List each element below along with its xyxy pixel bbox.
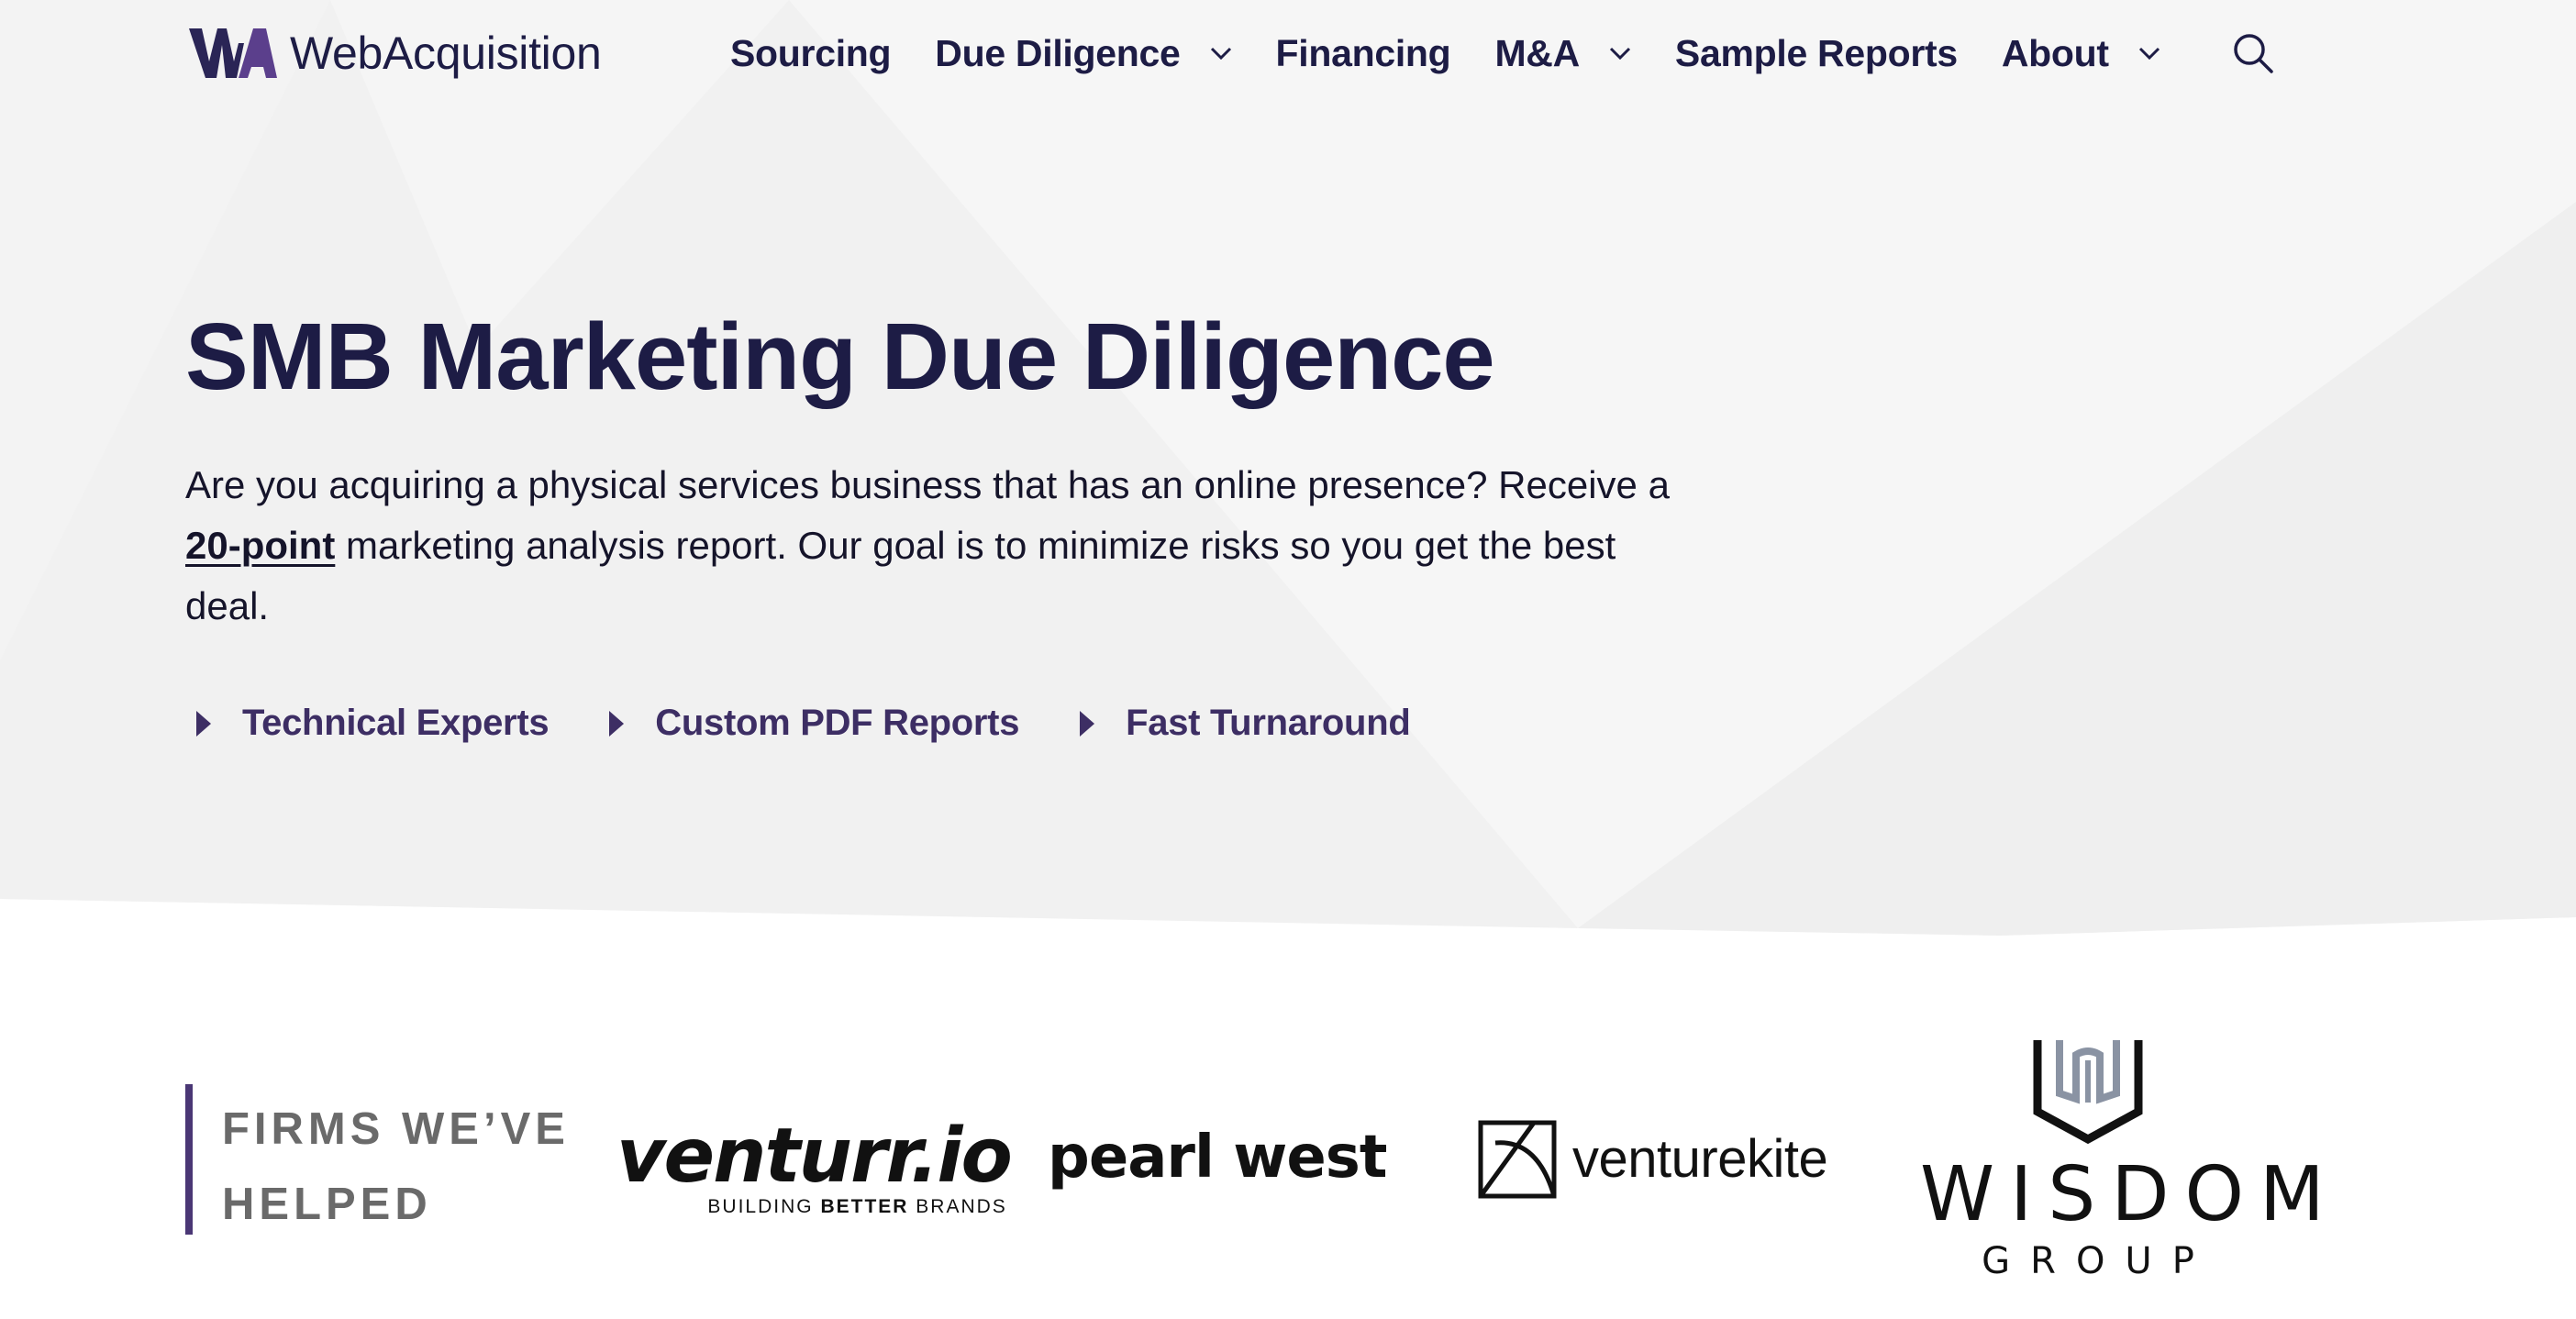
- hero-description-text: Are you acquiring a physical services bu…: [185, 463, 1670, 507]
- webacquisition-logo-mark: [189, 28, 277, 78]
- site-logo[interactable]: WebAcquisition: [189, 24, 602, 83]
- hero-description-text: marketing analysis report. Our goal is t…: [185, 524, 1616, 628]
- venturr-logo: venturr.io BUILDING BETTER BRANDS: [616, 1113, 1013, 1218]
- hero-section: SMB Marketing Due Diligence Are you acqu…: [185, 303, 1745, 744]
- feature-label: Technical Experts: [242, 703, 550, 744]
- feature-list: Technical Experts Custom PDF Reports Fas…: [185, 703, 1745, 744]
- feature-label: Fast Turnaround: [1126, 703, 1411, 744]
- feature-item: Technical Experts: [185, 703, 550, 744]
- nav-item-label: Financing: [1275, 31, 1451, 74]
- chevron-down-icon[interactable]: [2138, 47, 2160, 60]
- nav-item-label: Sourcing: [730, 31, 892, 74]
- venturr-logo-text: venturr.io: [616, 1113, 1013, 1200]
- venturekite-logo: venturekite: [1477, 1119, 1828, 1200]
- feature-item: Custom PDF Reports: [598, 703, 1019, 744]
- hero-description: Are you acquiring a physical services bu…: [185, 455, 1690, 637]
- venturekite-logo-text: venturekite: [1572, 1129, 1828, 1189]
- nav-item-about[interactable]: About: [2002, 32, 2160, 75]
- feature-label: Custom PDF Reports: [655, 703, 1020, 744]
- nav-item-financing[interactable]: Financing: [1276, 32, 1451, 75]
- nav-item-label: About: [2001, 31, 2109, 74]
- logo-text: WebAcquisition: [290, 28, 602, 79]
- caret-right-icon: [609, 710, 625, 737]
- wisdom-logo-text: WISDOM: [1920, 1151, 2340, 1238]
- chevron-down-icon[interactable]: [1210, 47, 1232, 60]
- twenty-point-link[interactable]: 20-point: [185, 524, 335, 567]
- wisdom-logo-subtext: GROUP: [1982, 1240, 2215, 1282]
- nav-item-sourcing[interactable]: Sourcing: [730, 31, 892, 75]
- nav-menu: Sourcing Due Diligence Financing M&A Sam…: [730, 24, 2274, 83]
- search-icon[interactable]: [2232, 32, 2274, 74]
- wisdom-group-logo: WISDOM GROUP: [1904, 1036, 2340, 1282]
- page-title: SMB Marketing Due Diligence: [185, 304, 1495, 409]
- venturekite-logo-icon: [1478, 1120, 1557, 1199]
- top-navigation: WebAcquisition Sourcing Due Diligence Fi…: [0, 0, 2576, 110]
- nav-item-sample-reports[interactable]: Sample Reports: [1675, 32, 1958, 75]
- feature-item: Fast Turnaround: [1069, 703, 1411, 744]
- firms-heading: FIRMS WE’VE HELPED: [222, 1104, 570, 1229]
- nav-item-due-diligence[interactable]: Due Diligence: [935, 32, 1231, 75]
- firms-section: FIRMS WE’VE HELPED: [185, 1084, 607, 1235]
- caret-right-icon: [196, 710, 211, 737]
- nav-item-label: Due Diligence: [935, 31, 1181, 74]
- nav-item-label: Sample Reports: [1674, 31, 1958, 74]
- nav-item-label: M&A: [1494, 31, 1580, 74]
- nav-item-m-and-a[interactable]: M&A: [1494, 32, 1630, 75]
- wisdom-book-icon: [2033, 1040, 2143, 1145]
- chevron-down-icon[interactable]: [1609, 47, 1631, 60]
- caret-right-icon: [1080, 710, 1095, 737]
- pearl-west-logo: pearl west: [1048, 1124, 1387, 1192]
